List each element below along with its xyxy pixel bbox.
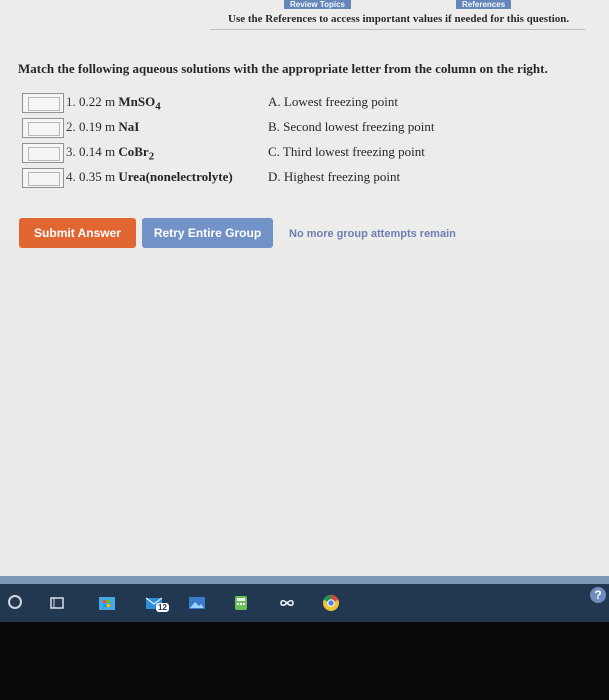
- solution-item-1: 1. 0.22 m MnSO4: [66, 94, 161, 113]
- store-icon[interactable]: [98, 594, 116, 612]
- taskbar: 12 ?: [0, 584, 609, 622]
- option-a: A. Lowest freezing point: [268, 94, 398, 109]
- browser-bottom-strip: [0, 576, 609, 584]
- app-screen: Review Topics References Use the Referen…: [0, 0, 609, 576]
- solution-formula-4: Urea(nonelectrolyte): [118, 169, 233, 184]
- answer-input-1[interactable]: [22, 93, 64, 113]
- solution-formula-2: NaI: [118, 119, 140, 134]
- divider: [210, 29, 585, 30]
- submit-answer-button[interactable]: Submit Answer: [19, 218, 136, 248]
- match-row-3: 3. 0.14 m CoBr2 C. Third lowest freezing…: [22, 143, 582, 164]
- question-prompt: Match the following aqueous solutions wi…: [18, 61, 548, 76]
- solution-item-4: 4. 0.35 m Urea(nonelectrolyte): [66, 169, 233, 184]
- help-icon[interactable]: ?: [590, 587, 606, 603]
- option-d: D. Highest freezing point: [268, 169, 401, 184]
- top-bar: Review Topics References Use the Referen…: [0, 0, 609, 34]
- review-topics-tab[interactable]: Review Topics: [284, 0, 351, 9]
- answer-input-3[interactable]: [22, 143, 64, 163]
- answer-input-2[interactable]: [22, 118, 64, 138]
- solution-item-2: 2. 0.19 m NaI: [66, 119, 140, 134]
- calculator-icon[interactable]: [232, 594, 250, 612]
- references-note: Use the References to access important v…: [228, 13, 570, 25]
- desk-background: [0, 622, 609, 700]
- match-row-2: 2. 0.19 m NaI B. Second lowest freezing …: [22, 118, 582, 139]
- match-row-1: 1. 0.22 m MnSO4 A. Lowest freezing point: [22, 93, 582, 114]
- solution-formula-3: CoBr2: [118, 144, 155, 163]
- loop-icon[interactable]: [278, 594, 296, 612]
- mail-badge: 12: [156, 603, 169, 612]
- references-tab[interactable]: References: [456, 0, 512, 9]
- task-view-icon[interactable]: [48, 594, 66, 612]
- option-c: C. Third lowest freezing point: [268, 144, 425, 159]
- retry-entire-group-button[interactable]: Retry Entire Group: [142, 218, 273, 248]
- solution-item-3: 3. 0.14 m CoBr2: [66, 144, 155, 163]
- solution-formula-1: MnSO4: [118, 94, 161, 113]
- answer-input-4[interactable]: [22, 168, 64, 188]
- chrome-icon[interactable]: [322, 594, 340, 612]
- attempt-status: No more group attempts remain: [289, 228, 456, 240]
- photos-icon[interactable]: [188, 594, 206, 612]
- start-circle-icon[interactable]: [8, 595, 22, 609]
- match-row-4: 4. 0.35 m Urea(nonelectrolyte) D. Highes…: [22, 168, 582, 189]
- option-b: B. Second lowest freezing point: [268, 119, 435, 134]
